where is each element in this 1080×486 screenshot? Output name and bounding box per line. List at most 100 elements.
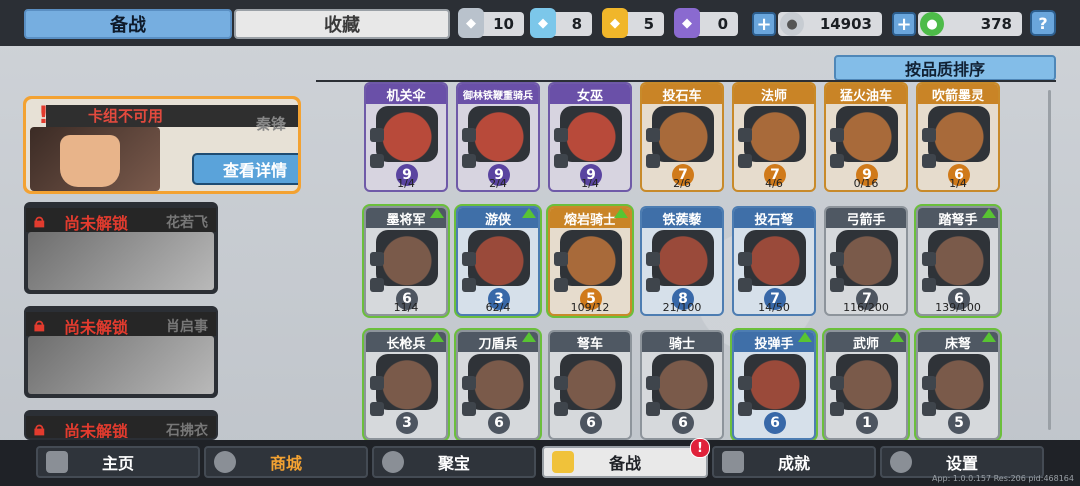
unit-portrait <box>468 354 530 410</box>
unit-card-count: 14/50 <box>758 301 790 314</box>
unit-card[interactable]: 法师 7 4/6 <box>732 82 816 192</box>
nav-label: 主页 <box>101 454 134 473</box>
home-icon <box>46 451 68 473</box>
commander-name: 肖启事 <box>166 319 208 335</box>
commander-card-locked[interactable]: 🔒︎ 尚未解锁 花若飞 <box>24 202 218 294</box>
unit-type-icon <box>830 376 844 390</box>
upgrade-arrow-icon <box>614 208 628 218</box>
help-button[interactable]: ? <box>1030 10 1056 36</box>
commander-card-locked[interactable]: 🔒︎ 尚未解锁 肖启事 <box>24 306 218 398</box>
unit-name: 猛火油车 <box>826 84 906 104</box>
unit-type-icon <box>738 252 752 266</box>
unit-card[interactable]: 吹箭墨灵 6 1/4 <box>916 82 1000 192</box>
commander-name: 花若飞 <box>166 215 208 231</box>
nav-home[interactable]: 主页 <box>36 446 200 478</box>
unit-card-count: 116/200 <box>843 301 889 314</box>
unit-card[interactable]: 熔岩骑士 5 109/12 <box>548 206 632 316</box>
unit-type-icon <box>554 376 568 390</box>
unit-card[interactable]: 武师 1 <box>824 330 908 440</box>
unit-name: 女巫 <box>550 84 630 104</box>
commander-card-active[interactable]: 卡组不可用 秦锋 ! 查看详情 <box>23 96 301 194</box>
unit-trait-icon <box>646 154 660 168</box>
unit-card[interactable]: 刀盾兵 6 <box>456 330 540 440</box>
unit-name: 投石弩 <box>734 208 814 228</box>
silver-shield-icon: ◆ <box>458 8 484 38</box>
notification-badge: ! <box>690 438 710 458</box>
unit-card[interactable]: 骑士 6 <box>640 330 724 440</box>
commander-card-locked[interactable]: 🔒︎ 尚未解锁 石拂衣 <box>24 410 218 440</box>
unit-trait-icon <box>738 154 752 168</box>
unit-card[interactable]: 投石弩 7 14/50 <box>732 206 816 316</box>
unit-level: 6 <box>580 412 602 434</box>
unit-trait-icon <box>462 154 476 168</box>
unit-card[interactable]: 墨将军 6 11/4 <box>364 206 448 316</box>
tab-collection[interactable]: 收藏 <box>234 9 450 39</box>
unit-trait-icon <box>554 154 568 168</box>
unit-card[interactable]: 投弹手 6 <box>732 330 816 440</box>
nav-achievement[interactable]: 成就 <box>712 446 876 478</box>
unit-card[interactable]: 猛火油车 9 0/16 <box>824 82 908 192</box>
resource-silver-shield: ◆ 10 <box>458 8 524 38</box>
add-silver-button[interactable]: + <box>752 12 776 36</box>
tab-prepare[interactable]: 备战 <box>24 9 232 39</box>
scrollbar[interactable] <box>1048 90 1051 430</box>
unit-name: 弓箭手 <box>826 208 906 228</box>
lock-icon: 🔒︎ <box>34 208 45 232</box>
unit-portrait <box>560 106 622 162</box>
unit-portrait <box>836 106 898 162</box>
nav-prepare[interactable]: 备战 <box>542 446 708 478</box>
unit-card[interactable]: 长枪兵 3 <box>364 330 448 440</box>
unit-trait-icon <box>554 278 568 292</box>
unit-card[interactable]: 铁蒺藜 8 21/100 <box>640 206 724 316</box>
unit-trait-icon <box>554 402 568 416</box>
silver-coin-icon: ● <box>780 12 804 36</box>
unit-card[interactable]: 踏弩手 6 139/100 <box>916 206 1000 316</box>
nav-label: 设置 <box>945 454 978 473</box>
unit-portrait <box>928 230 990 286</box>
blue-shield-icon: ◆ <box>530 8 556 38</box>
unit-trait-icon <box>922 154 936 168</box>
commander-name: 石拂衣 <box>166 423 208 439</box>
unit-portrait <box>560 354 622 410</box>
unit-portrait <box>744 230 806 286</box>
unit-card[interactable]: 投石车 7 2/6 <box>640 82 724 192</box>
resource-purple-shield: ◆ 0 <box>674 8 738 38</box>
unit-card[interactable]: 游侠 3 62/4 <box>456 206 540 316</box>
unit-card[interactable]: 女巫 9 1/4 <box>548 82 632 192</box>
unit-card-count: 11/4 <box>393 301 419 314</box>
commander-portrait <box>28 336 214 394</box>
commander-portrait <box>28 232 214 290</box>
unit-portrait <box>836 354 898 410</box>
unit-card[interactable]: 床弩 5 <box>916 330 1000 440</box>
unit-card[interactable]: 机关伞 9 1/4 <box>364 82 448 192</box>
nav-label: 聚宝 <box>437 454 470 473</box>
currency-silver: ● 14903 <box>778 12 882 36</box>
unit-level: 6 <box>672 412 694 434</box>
locked-label: 尚未解锁 <box>64 318 129 337</box>
unit-trait-icon <box>830 278 844 292</box>
unit-type-icon <box>646 128 660 142</box>
unit-portrait <box>652 106 714 162</box>
sort-by-quality-button[interactable]: 按品质排序 <box>834 55 1056 81</box>
gold-shield-icon: ◆ <box>602 8 628 38</box>
unit-card-count: 0/16 <box>853 177 879 190</box>
unit-type-icon <box>646 376 660 390</box>
view-details-button[interactable]: 查看详情 <box>192 153 298 185</box>
unit-trait-icon <box>922 278 936 292</box>
unit-card[interactable]: 弩车 6 <box>548 330 632 440</box>
unit-card[interactable]: 御林铁鞭重骑兵 9 2/4 <box>456 82 540 192</box>
unit-portrait <box>928 106 990 162</box>
unit-card[interactable]: 弓箭手 7 116/200 <box>824 206 908 316</box>
unit-card-count: 2/4 <box>489 177 507 190</box>
resource-value: 10 <box>493 15 514 33</box>
coins-icon <box>214 451 236 473</box>
nav-treasure[interactable]: 聚宝 <box>372 446 536 478</box>
unit-type-icon <box>646 252 660 266</box>
unit-portrait <box>928 354 990 410</box>
add-gem-button[interactable]: + <box>892 12 916 36</box>
locked-label: 尚未解锁 <box>64 422 129 440</box>
unit-name: 吹箭墨灵 <box>918 84 998 104</box>
unit-card-count: 1/4 <box>949 177 967 190</box>
nav-shop[interactable]: 商城 <box>204 446 368 478</box>
unit-type-icon <box>462 376 476 390</box>
